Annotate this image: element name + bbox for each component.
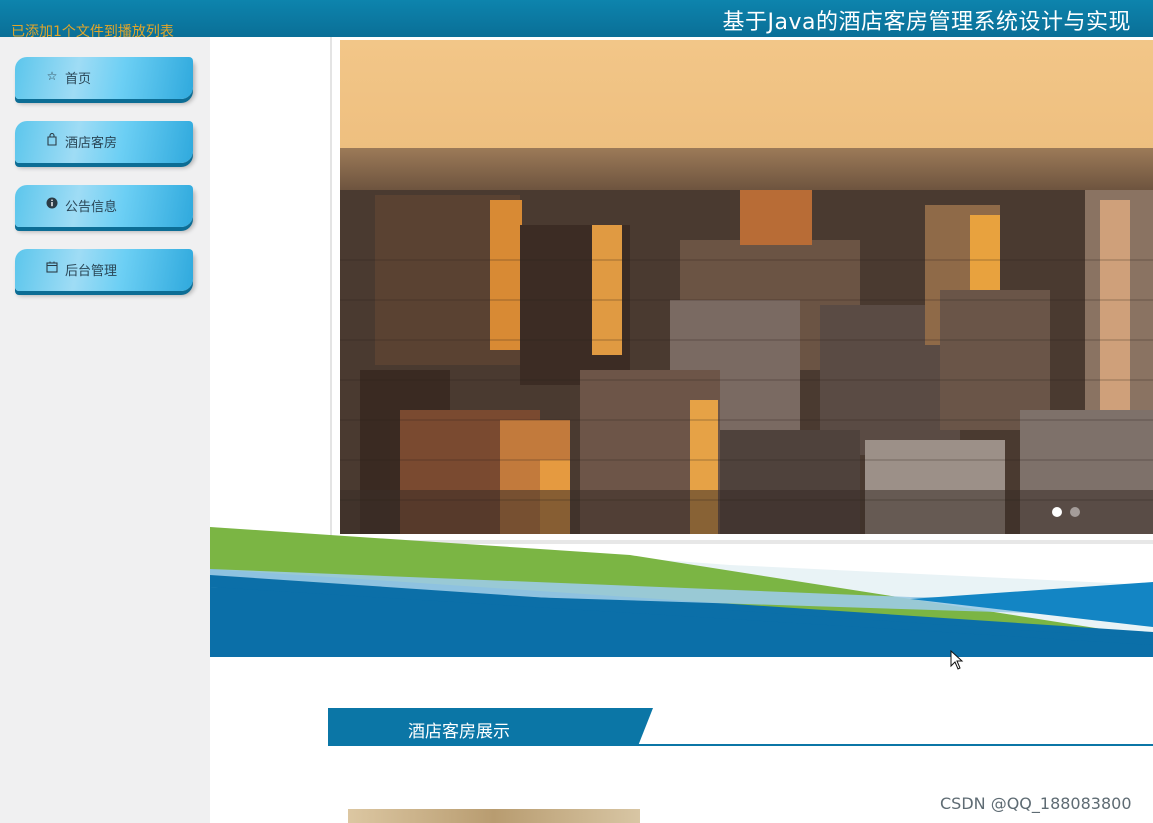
city-skyline-image — [340, 40, 1153, 534]
info-icon — [45, 197, 59, 211]
carousel-dot-2[interactable] — [1070, 507, 1080, 517]
sidebar: ☆ 首页 酒店客房 公告信息 后台管理 — [0, 37, 210, 823]
main-content: 酒店客房展示 — [210, 37, 1153, 823]
nav-item-label: 酒店客房 — [65, 136, 118, 151]
nav-item-label: 后台管理 — [65, 264, 118, 279]
bag-icon — [45, 132, 59, 147]
room-thumbnail[interactable] — [348, 809, 640, 823]
carousel-dot-1[interactable] — [1052, 507, 1062, 517]
star-icon: ☆ — [46, 69, 58, 83]
section-title: 酒店客房展示 — [408, 722, 510, 742]
nav-item-home[interactable]: ☆ 首页 — [15, 57, 193, 99]
nav-item-announcements[interactable]: 公告信息 — [15, 185, 193, 227]
hero-carousel[interactable] — [340, 40, 1153, 534]
mouse-cursor-icon — [950, 650, 964, 670]
nav-item-label: 首页 — [65, 72, 92, 87]
nav-item-label: 公告信息 — [65, 200, 118, 215]
nav-item-hotel-rooms[interactable]: 酒店客房 — [15, 121, 193, 163]
panel-icon — [45, 261, 59, 275]
decorative-wave-banner — [210, 527, 1153, 657]
nav-item-admin[interactable]: 后台管理 — [15, 249, 193, 291]
watermark-text: CSDN @QQ_188083800 — [940, 794, 1132, 813]
site-title: 基于Java的酒店客房管理系统设计与实现 — [722, 10, 1131, 35]
